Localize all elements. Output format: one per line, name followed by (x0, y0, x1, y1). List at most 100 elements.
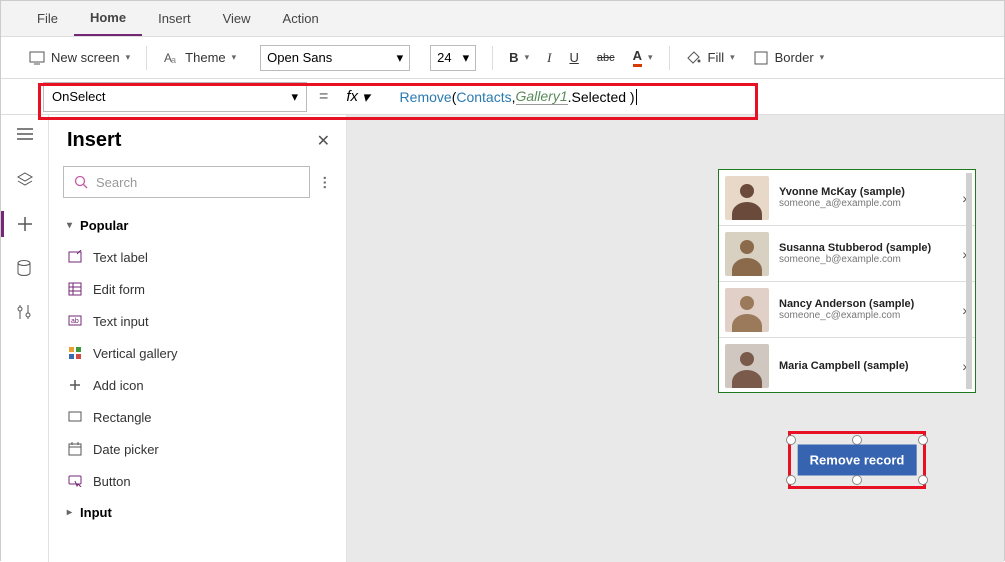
resize-handle[interactable] (852, 435, 862, 445)
menubar: File Home Insert View Action (1, 1, 1004, 37)
chevron-down-icon: ▾ (362, 88, 370, 106)
item-label: Vertical gallery (93, 346, 178, 361)
font-select[interactable]: Open Sans ▾ (260, 45, 410, 71)
menu-home[interactable]: Home (74, 1, 142, 36)
menu-insert[interactable]: Insert (142, 1, 207, 36)
border-button[interactable]: Border ▾ (745, 46, 833, 70)
italic-button[interactable]: I (539, 46, 559, 70)
bold-button[interactable]: B▾ (501, 46, 537, 69)
fill-label: Fill (708, 50, 725, 65)
formula-input[interactable]: Remove( Contacts, Gallery1.Selected ) (376, 88, 1004, 105)
contact-name: Yvonne McKay (sample) (779, 186, 952, 198)
search-input[interactable]: Search (63, 166, 310, 198)
cat-popular[interactable]: ▾ Popular (49, 210, 346, 241)
chevron-down-icon: ▾ (820, 52, 825, 63)
gallery-icon (67, 345, 83, 361)
insert-button[interactable]: Button (49, 465, 346, 497)
chevron-right-icon[interactable]: › (962, 302, 967, 318)
cat-input[interactable]: ▾ Input (49, 497, 346, 528)
avatar (725, 288, 769, 332)
gallery-item[interactable]: Nancy Anderson (sample) someone_c@exampl… (719, 282, 975, 338)
contact-email: someone_a@example.com (779, 198, 952, 209)
plus-icon (67, 377, 83, 393)
avatar (725, 344, 769, 388)
cat-input-label: Input (80, 505, 112, 520)
resize-handle[interactable] (786, 435, 796, 445)
chevron-right-icon[interactable]: › (962, 246, 967, 262)
contact-name: Nancy Anderson (sample) (779, 298, 952, 310)
avatar (725, 232, 769, 276)
gallery-info: Susanna Stubberod (sample) someone_b@exa… (779, 242, 952, 265)
text-input-icon: ab (67, 313, 83, 329)
insert-text-label[interactable]: Text label (49, 241, 346, 273)
tools-icon[interactable] (16, 303, 34, 321)
gallery-info: Yvonne McKay (sample) someone_a@example.… (779, 186, 952, 209)
insert-date-picker[interactable]: Date picker (49, 433, 346, 465)
menu-action[interactable]: Action (267, 1, 335, 36)
gallery-control[interactable]: Yvonne McKay (sample) someone_a@example.… (718, 169, 976, 393)
insert-edit-form[interactable]: Edit form (49, 273, 346, 305)
tree-view-icon[interactable] (16, 127, 34, 145)
chevron-down-icon: ▾ (126, 52, 131, 63)
formula-token: .Selected ) (568, 89, 635, 105)
form-icon (67, 281, 83, 297)
button-icon (67, 473, 83, 489)
insert-add-icon[interactable]: Add icon (49, 369, 346, 401)
data-icon[interactable] (16, 259, 34, 277)
cursor (636, 89, 637, 105)
insert-rail-icon[interactable] (16, 215, 34, 233)
search-placeholder: Search (96, 175, 137, 190)
resize-handle[interactable] (852, 475, 862, 485)
formula-token: Gallery1 (516, 88, 568, 105)
insert-rectangle[interactable]: Rectangle (49, 401, 346, 433)
item-label: Add icon (93, 378, 144, 393)
divider (146, 46, 147, 70)
item-label: Rectangle (93, 410, 152, 425)
chevron-down-icon: ▾ (525, 52, 530, 63)
contact-name: Susanna Stubberod (sample) (779, 242, 952, 254)
ribbon: New screen ▾ Aa Theme ▾ Open Sans ▾ 24 ▾… (1, 37, 1004, 79)
chevron-down-icon: ▾ (291, 89, 298, 105)
gallery-info: Maria Campbell (sample) (779, 360, 952, 372)
more-icon[interactable]: ⋯ (317, 175, 334, 189)
layers-icon[interactable] (16, 171, 34, 189)
contact-name: Maria Campbell (sample) (779, 360, 952, 372)
gallery-item[interactable]: Susanna Stubberod (sample) someone_b@exa… (719, 226, 975, 282)
font-size-select[interactable]: 24 ▾ (430, 45, 476, 71)
resize-handle[interactable] (786, 475, 796, 485)
strike-button[interactable]: abc (589, 48, 623, 68)
formula-token: Contacts (456, 89, 511, 105)
chevron-down-icon: ▾ (232, 52, 237, 63)
equals-label: = (307, 88, 340, 106)
fx-button[interactable]: fx ▾ (340, 88, 375, 106)
gallery-item[interactable]: Yvonne McKay (sample) someone_a@example.… (719, 170, 975, 226)
main-area: Insert ✕ Search ⋯ ▾ Popular Text label E… (1, 115, 1004, 562)
chevron-down-icon: ▾ (67, 220, 72, 231)
resize-handle[interactable] (918, 475, 928, 485)
menu-file[interactable]: File (21, 1, 74, 36)
property-select[interactable]: OnSelect ▾ (43, 82, 307, 112)
insert-vertical-gallery[interactable]: Vertical gallery (49, 337, 346, 369)
gallery-item[interactable]: Maria Campbell (sample) › (719, 338, 975, 393)
divider (669, 46, 670, 70)
font-color-button[interactable]: A▾ (625, 44, 661, 71)
chevron-right-icon[interactable]: › (962, 358, 967, 374)
chevron-down-icon: ▾ (463, 50, 470, 66)
new-screen-button[interactable]: New screen ▾ (21, 46, 138, 70)
resize-handle[interactable] (918, 435, 928, 445)
fill-button[interactable]: Fill ▾ (678, 46, 743, 70)
close-icon[interactable]: ✕ (317, 131, 330, 151)
screen-icon (29, 50, 45, 66)
remove-record-button[interactable]: Remove record (798, 445, 917, 476)
gallery-info: Nancy Anderson (sample) someone_c@exampl… (779, 298, 952, 321)
chevron-down-icon: ▾ (730, 52, 735, 63)
theme-button[interactable]: Aa Theme ▾ (155, 46, 244, 70)
insert-text-input[interactable]: ab Text input (49, 305, 346, 337)
chevron-right-icon[interactable]: › (962, 190, 967, 206)
size-value: 24 (437, 50, 451, 65)
canvas[interactable]: Yvonne McKay (sample) someone_a@example.… (347, 115, 1004, 562)
menu-view[interactable]: View (207, 1, 267, 36)
border-icon (753, 50, 769, 66)
underline-button[interactable]: U (561, 46, 586, 69)
avatar (725, 176, 769, 220)
